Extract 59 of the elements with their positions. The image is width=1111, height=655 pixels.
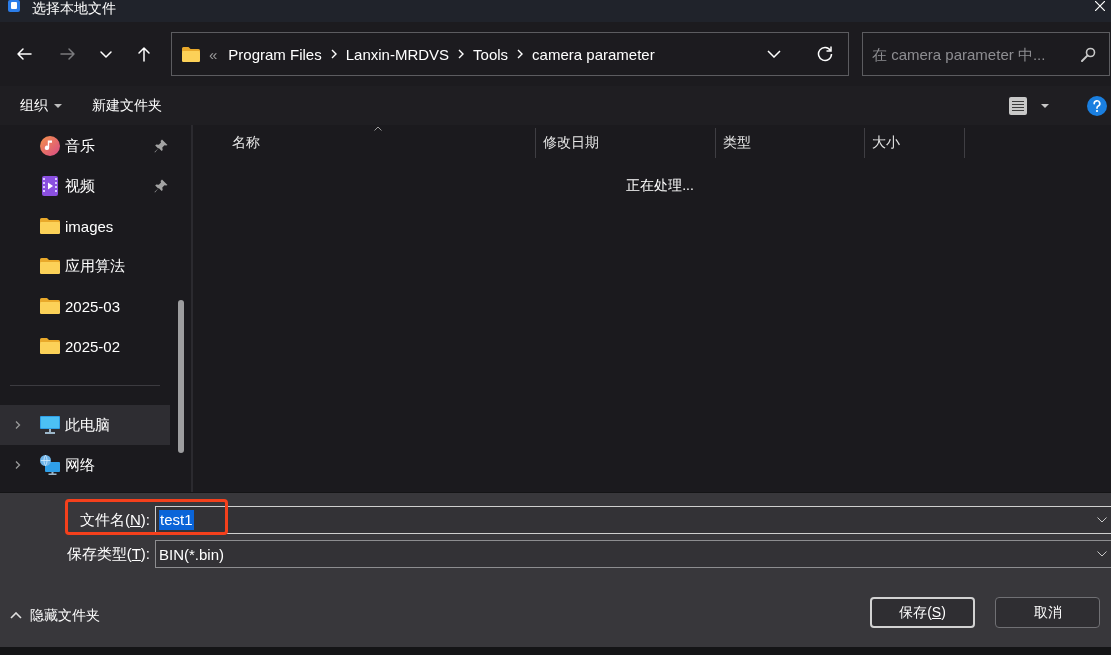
- column-header[interactable]: 类型: [716, 128, 865, 158]
- scrollbar-thumb[interactable]: [178, 300, 184, 453]
- sidebar-item[interactable]: 音乐: [0, 126, 170, 166]
- loading-status: 正在处理...: [625, 176, 695, 195]
- path-overflow-button[interactable]: «: [209, 45, 218, 63]
- sidebar-item[interactable]: 2025-02: [0, 326, 170, 366]
- caret-down-icon: [1041, 103, 1049, 108]
- app-icon: [8, 0, 20, 12]
- file-type-label: 保存类型(T):: [65, 544, 150, 564]
- chevron-down-icon[interactable]: [1097, 517, 1107, 523]
- folder-icon: [40, 258, 60, 274]
- file-name-label: 文件名(N):: [79, 510, 150, 530]
- left-arrow-icon: [16, 46, 32, 62]
- toolbar-button[interactable]: 组织: [20, 90, 62, 121]
- sort-ascending-icon: [374, 126, 382, 131]
- right-arrow-icon: [60, 46, 76, 62]
- window-title: 选择本地文件: [32, 0, 116, 16]
- monitor-icon: [40, 416, 60, 434]
- chevron-down-icon: [1097, 551, 1107, 557]
- breadcrumb-item[interactable]: Program Files: [228, 45, 322, 63]
- caret-down-icon: [54, 103, 62, 108]
- sidebar-item[interactable]: images: [0, 206, 170, 246]
- pin-icon: [154, 179, 168, 193]
- sidebar-item[interactable]: 此电脑: [0, 405, 170, 445]
- column-header[interactable]: 名称: [193, 128, 536, 158]
- toolbar-button[interactable]: 新建文件夹: [92, 90, 162, 121]
- address-bar[interactable]: « Program Files Lanxin-MRDVS Tools camera parameter: [171, 32, 849, 76]
- folder-icon: [40, 338, 60, 354]
- chevron-down-icon: [767, 50, 781, 58]
- file-name-field[interactable]: test1: [155, 506, 1111, 534]
- folder-icon: [40, 218, 60, 234]
- network-icon: [40, 455, 60, 475]
- help-icon: [1087, 95, 1107, 116]
- breadcrumb-item[interactable]: Lanxin-MRDVS: [345, 45, 450, 63]
- hide-folders-button[interactable]: 隐藏文件夹: [10, 606, 100, 625]
- column-header[interactable]: 修改日期: [536, 128, 716, 158]
- sidebar-item[interactable]: 网络: [0, 445, 170, 485]
- video-icon: [40, 176, 60, 196]
- close-icon[interactable]: [1095, 1, 1105, 11]
- column-header[interactable]: 大小: [865, 128, 965, 158]
- file-type-dropdown[interactable]: BIN(*.bin): [155, 540, 1111, 568]
- dialog-button[interactable]: 保存(S): [870, 597, 975, 628]
- chevron-up-icon: [10, 612, 22, 619]
- file-name-value: test1: [159, 510, 194, 530]
- details-view-icon: [1009, 96, 1027, 115]
- sidebar-item[interactable]: 应用算法: [0, 246, 170, 286]
- refresh-icon: [817, 46, 833, 62]
- folder-icon: [182, 46, 200, 62]
- folder-icon: [40, 298, 60, 314]
- breadcrumb-item[interactable]: Tools: [473, 45, 509, 63]
- pin-icon: [154, 139, 168, 153]
- breadcrumb-item[interactable]: camera parameter: [532, 45, 655, 63]
- search-icon[interactable]: [1081, 47, 1096, 62]
- music-note-icon: [40, 136, 60, 156]
- up-arrow-icon: [136, 46, 152, 62]
- sidebar-item[interactable]: 2025-03: [0, 286, 170, 326]
- sidebar-item[interactable]: 视频: [0, 166, 170, 206]
- search-field[interactable]: 在 camera parameter 中...: [862, 32, 1110, 76]
- dialog-button[interactable]: 取消: [995, 597, 1100, 628]
